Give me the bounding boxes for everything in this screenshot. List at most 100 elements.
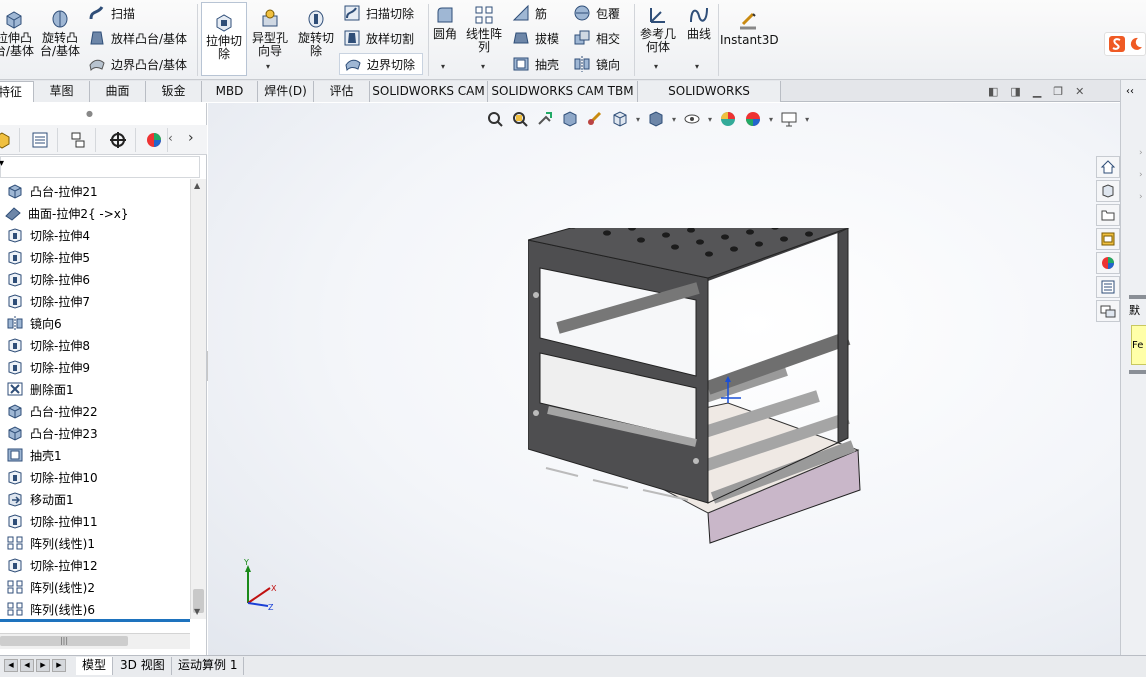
next-tab-icon[interactable]: ▶ xyxy=(36,659,50,672)
appearances-tab[interactable] xyxy=(1096,252,1120,274)
feature-tree-item[interactable]: 切除-拉伸4 xyxy=(6,224,90,246)
feature-tree-item[interactable]: 抽壳1 xyxy=(6,444,62,466)
expand-arrow-icon[interactable]: › xyxy=(1139,148,1143,158)
prev-window-icon[interactable]: ◧ xyxy=(988,85,998,98)
pattern-dropdown-icon[interactable]: ▾ xyxy=(481,62,485,71)
close-icon[interactable]: ✕ xyxy=(1075,85,1084,98)
view-orientation-icon[interactable] xyxy=(611,110,629,128)
feature-manager-tab[interactable] xyxy=(0,128,20,152)
tab-surfaces[interactable]: 曲面 xyxy=(90,81,146,102)
expand-arrow-icon[interactable]: › xyxy=(1139,170,1143,180)
tab-mbd[interactable]: MBD xyxy=(202,81,258,102)
tree-horizontal-scrollbar[interactable]: ||| xyxy=(0,633,190,649)
tab-features[interactable]: 特征 xyxy=(0,81,34,102)
panel-grip-icon[interactable]: ● xyxy=(86,109,93,118)
sweep-button[interactable]: 扫描 xyxy=(84,2,139,24)
reference-geometry-dropdown-icon[interactable]: ▾ xyxy=(654,62,658,71)
scroll-up-icon[interactable]: ▲ xyxy=(194,181,200,190)
scroll-tabs-left-icon[interactable]: ‹ xyxy=(168,131,173,145)
zoom-to-area-icon[interactable] xyxy=(511,110,529,128)
view-palette-tab[interactable] xyxy=(1096,228,1120,250)
dynamic-annotation-icon[interactable] xyxy=(586,110,604,128)
feature-tree-item[interactable]: 镜向6 xyxy=(6,312,62,334)
revolve-boss-button[interactable]: 旋转凸 台/基体 xyxy=(38,8,82,58)
extrude-boss-button[interactable]: 拉伸凸 台/基体 xyxy=(0,8,34,58)
tab-evaluate[interactable]: 评估 xyxy=(314,81,370,102)
scene-dropdown-icon[interactable]: ▾ xyxy=(769,115,773,124)
feature-tree-item[interactable]: 切除-拉伸6 xyxy=(6,268,90,290)
minimize-icon[interactable]: ▁ xyxy=(1033,85,1041,98)
tab-weldments[interactable]: 焊件(D) xyxy=(258,81,314,102)
tree-filter-box[interactable]: ▾ xyxy=(0,156,200,178)
view-settings-dropdown-icon[interactable]: ▾ xyxy=(805,115,809,124)
model-tab[interactable]: 模型 xyxy=(76,657,114,675)
loft-boss-button[interactable]: 放样凸台/基体 xyxy=(84,27,191,49)
file-explorer-tab[interactable] xyxy=(1096,204,1120,226)
tree-vertical-scrollbar[interactable]: ▲ ▼ xyxy=(190,179,206,619)
reference-geometry-button[interactable]: 参考几 何体 xyxy=(638,4,678,54)
feature-tree-item[interactable]: 删除面1 xyxy=(6,378,74,400)
hide-show-items-icon[interactable] xyxy=(683,110,701,128)
motion-study-tab[interactable]: 运动算例 1 xyxy=(172,657,245,675)
feature-tree-item[interactable]: 切除-拉伸11 xyxy=(6,510,98,532)
expand-arrow-icon[interactable]: › xyxy=(1139,192,1143,202)
hscroll-thumb[interactable]: ||| xyxy=(0,636,128,646)
prev-tab-icon[interactable]: ◀ xyxy=(20,659,34,672)
custom-properties-tab[interactable] xyxy=(1096,276,1120,298)
edit-appearance-icon[interactable] xyxy=(719,110,737,128)
revolve-cut-button[interactable]: 旋转切 除 xyxy=(296,8,336,58)
tab-sketch[interactable]: 草图 xyxy=(34,81,90,102)
feature-tree-item[interactable]: 切除-拉伸5 xyxy=(6,246,90,268)
ime-badge[interactable] xyxy=(1104,32,1146,56)
3d-view-tab[interactable]: 3D 视图 xyxy=(114,657,172,675)
feature-tree-item[interactable]: 曲面-拉伸2{ ->x} xyxy=(4,202,129,224)
scroll-down-icon[interactable]: ▼ xyxy=(194,607,200,616)
display-manager-tab[interactable] xyxy=(140,128,168,152)
dimxpert-manager-tab[interactable] xyxy=(100,128,136,152)
intersect-button[interactable]: 相交 xyxy=(569,27,624,49)
forum-tab[interactable] xyxy=(1096,300,1120,322)
tab-sheet-metal[interactable]: 钣金 xyxy=(146,81,202,102)
rib-button[interactable]: 筋 xyxy=(508,2,551,24)
apply-scene-icon[interactable] xyxy=(744,110,762,128)
fillet-button[interactable]: 圆角 xyxy=(430,4,460,41)
curves-button[interactable]: 曲线 xyxy=(682,4,716,41)
boundary-cut-button[interactable]: 边界切除 xyxy=(339,53,423,75)
last-tab-icon[interactable]: ▶ xyxy=(52,659,66,672)
instant3d-button[interactable]: Instant3D xyxy=(720,10,779,47)
feature-tree-item[interactable]: 移动面1 xyxy=(6,488,74,510)
display-style-icon[interactable] xyxy=(647,110,665,128)
zoom-to-fit-icon[interactable] xyxy=(486,110,504,128)
draft-button[interactable]: 拔模 xyxy=(508,27,563,49)
tab-solidworks-inspection[interactable]: SOLIDWORKS Inspection xyxy=(638,81,781,118)
configuration-manager-tab[interactable] xyxy=(60,128,96,152)
wrap-button[interactable]: 包覆 xyxy=(569,2,624,24)
feature-tree-item[interactable]: 阵列(线性)2 xyxy=(6,576,95,598)
next-window-icon[interactable]: ◨ xyxy=(1010,85,1020,98)
feature-tree-item[interactable]: 凸台-拉伸21 xyxy=(6,180,98,202)
feature-tree-item[interactable]: 切除-拉伸8 xyxy=(6,334,90,356)
tab-solidworks-cam-tbm[interactable]: SOLIDWORKS CAM TBM xyxy=(488,81,638,102)
feature-tree-item[interactable]: 切除-拉伸9 xyxy=(6,356,90,378)
feature-tree-item[interactable]: 切除-拉伸7 xyxy=(6,290,90,312)
linear-pattern-button[interactable]: 线性阵 列 xyxy=(464,4,504,54)
first-tab-icon[interactable]: ◀ xyxy=(4,659,18,672)
feature-tree-item[interactable]: 阵列(线性)6 xyxy=(6,598,95,619)
hole-wizard-button[interactable]: 异型孔 向导 xyxy=(250,8,290,58)
extrude-cut-button[interactable]: 拉伸切 除 xyxy=(201,2,247,76)
boundary-boss-button[interactable]: 边界凸台/基体 xyxy=(84,53,191,75)
tab-solidworks-cam[interactable]: SOLIDWORKS CAM xyxy=(370,81,488,102)
curves-dropdown-icon[interactable]: ▾ xyxy=(695,62,699,71)
feature-tree-item[interactable]: 凸台-拉伸22 xyxy=(6,400,98,422)
restore-icon[interactable]: ❐ xyxy=(1053,85,1063,98)
task-pane-arrow-icon[interactable]: ‹‹ xyxy=(1126,86,1134,97)
lofted-cut-button[interactable]: 放样切割 xyxy=(339,27,418,49)
shell-button[interactable]: 抽壳 xyxy=(508,53,563,75)
previous-view-icon[interactable] xyxy=(536,110,554,128)
swept-cut-button[interactable]: 扫描切除 xyxy=(339,2,418,24)
design-library-tab[interactable] xyxy=(1096,180,1120,202)
feature-tree-item[interactable]: 切除-拉伸10 xyxy=(6,466,98,488)
hole-wizard-dropdown-icon[interactable]: ▾ xyxy=(266,62,270,71)
part-model-3d[interactable] xyxy=(528,228,873,548)
view-settings-icon[interactable] xyxy=(780,110,798,128)
